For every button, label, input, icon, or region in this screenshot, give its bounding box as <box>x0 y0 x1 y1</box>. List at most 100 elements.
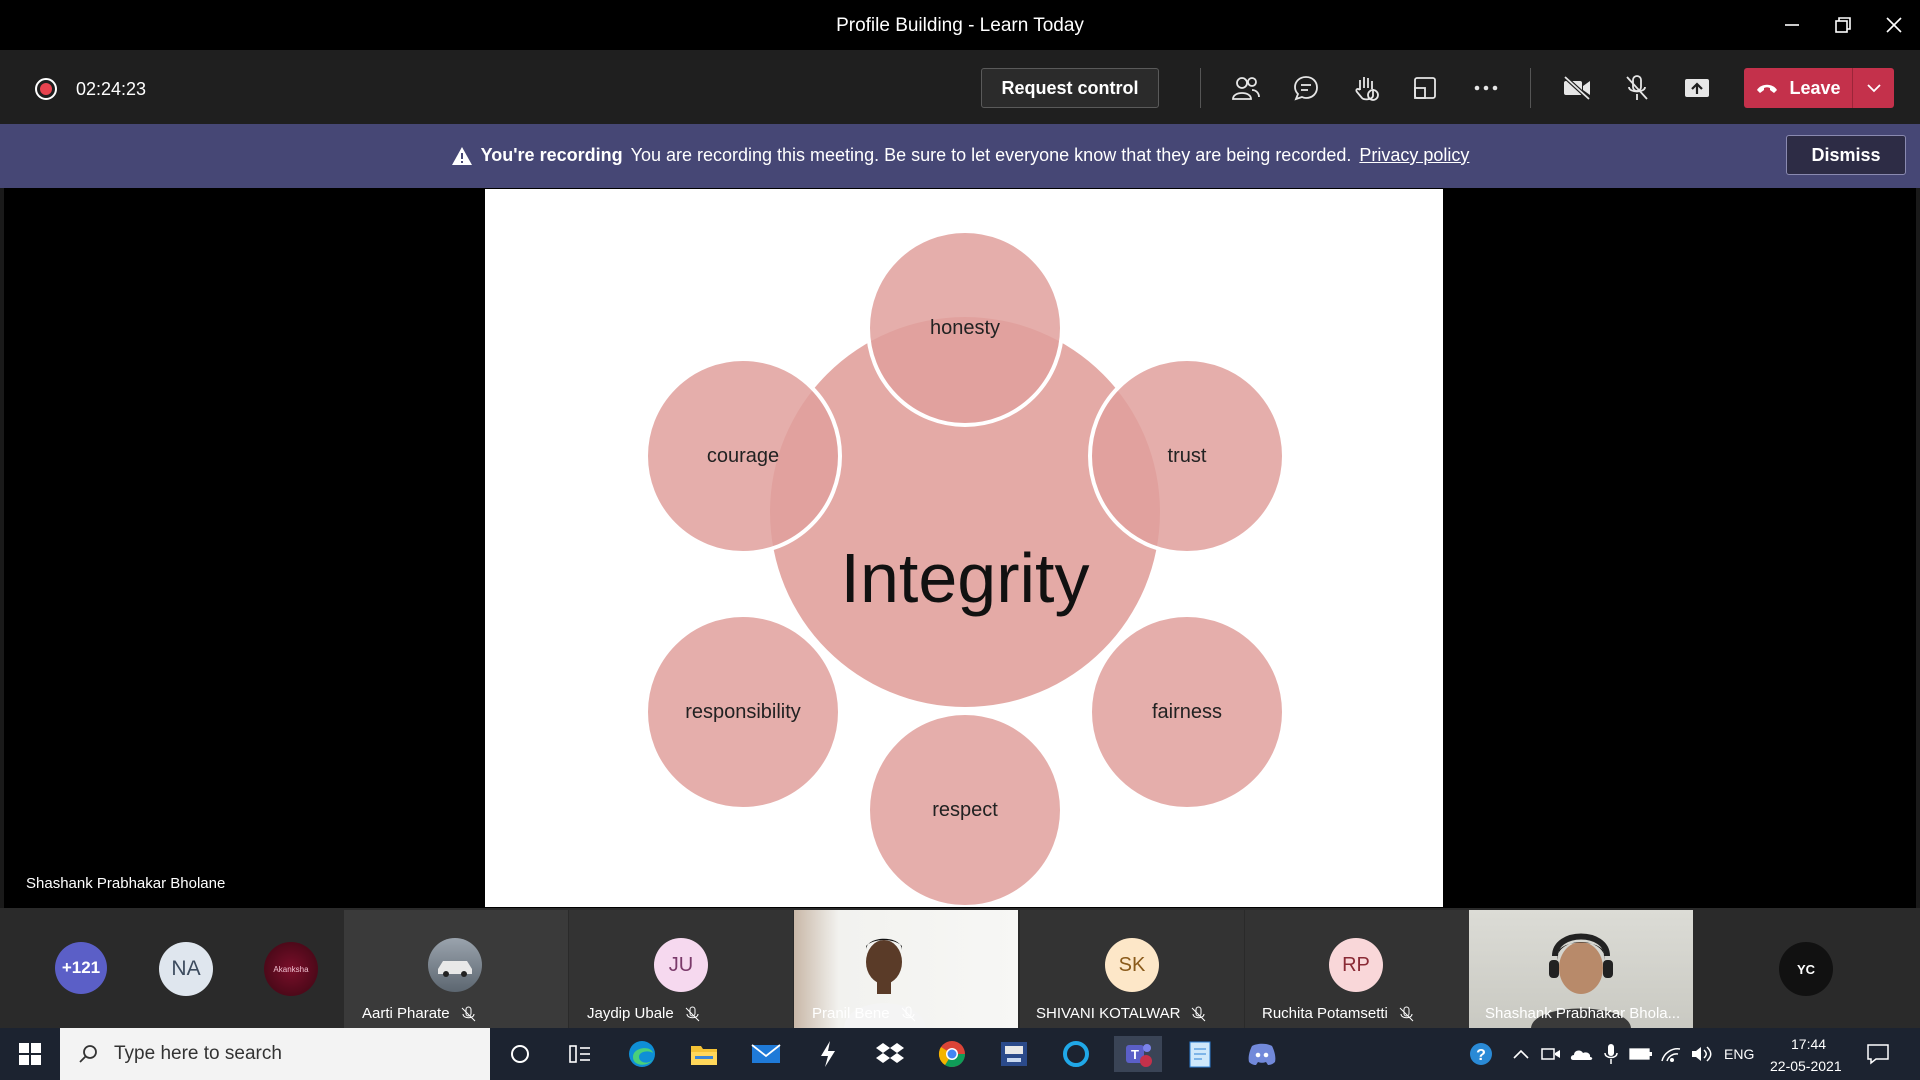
participant-video-tile[interactable]: Pranil Bene <box>794 910 1018 1028</box>
mic-off-icon <box>901 1006 915 1021</box>
participant-name: SHIVANI KOTALWAR <box>1036 1005 1206 1022</box>
recording-message: You're recording You are recording this … <box>0 145 1920 166</box>
chrome-icon[interactable] <box>928 1036 976 1072</box>
petal-label-responsibility: responsibility <box>685 701 801 723</box>
participant-tile[interactable]: RP Ruchita Potamsetti <box>1245 910 1469 1028</box>
mic-off-icon <box>461 1006 475 1021</box>
leave-label: Leave <box>1789 77 1841 98</box>
petal-label-respect: respect <box>932 799 998 821</box>
petal-label-fairness: fairness <box>1152 701 1222 723</box>
overflow-participants-button[interactable]: +121 <box>55 942 107 994</box>
teams-icon[interactable]: T <box>1114 1036 1162 1072</box>
avatar-yc[interactable]: YC <box>1779 942 1833 996</box>
avatar <box>428 938 482 992</box>
notepad-icon[interactable] <box>1176 1036 1224 1072</box>
clock-time[interactable]: 17:44 <box>1791 1036 1826 1052</box>
participant-name-text: Jaydip Ubale <box>587 1005 674 1022</box>
restore-button[interactable] <box>1823 8 1863 42</box>
mic-off-icon <box>1192 1006 1206 1021</box>
participant-name: Pranil Bene <box>812 1005 916 1022</box>
participants-icon[interactable] <box>1226 70 1266 106</box>
onedrive-icon[interactable] <box>1566 1036 1596 1072</box>
avatar-sk: SK <box>1105 938 1159 992</box>
language-indicator[interactable]: ENG <box>1724 1046 1754 1062</box>
participant-name-text: Pranil Bene <box>812 1005 890 1022</box>
petal-label-trust: trust <box>1168 445 1207 467</box>
recording-banner: You're recording You are recording this … <box>0 124 1920 188</box>
integrity-diagram: Integrity honesty trust fairness respect… <box>644 229 1286 907</box>
windows-start-icon[interactable] <box>6 1036 54 1072</box>
mic-off-icon[interactable] <box>1617 70 1657 106</box>
meeting-timer: 02:24:23 <box>76 79 147 99</box>
recording-text: You are recording this meeting. Be sure … <box>630 145 1352 165</box>
avatar-rp: RP <box>1329 938 1383 992</box>
privacy-policy-link[interactable]: Privacy policy <box>1359 145 1469 166</box>
car-image <box>438 961 472 977</box>
help-icon[interactable]: ? <box>1464 1036 1498 1072</box>
svg-text:?: ? <box>1476 1047 1486 1064</box>
cortana-ring-icon[interactable] <box>1052 1036 1100 1072</box>
leave-main[interactable]: Leave <box>1744 68 1852 108</box>
participant-tile[interactable]: JU Jaydip Ubale <box>569 910 793 1028</box>
participant-tile[interactable]: SK SHIVANI KOTALWAR <box>1020 910 1244 1028</box>
discord-icon[interactable] <box>1238 1036 1286 1072</box>
participant-name-text: Ruchita Potamsetti <box>1262 1005 1388 1022</box>
devcpp-icon[interactable] <box>990 1036 1038 1072</box>
notifications-icon[interactable] <box>1856 1036 1900 1072</box>
edge-browser-icon[interactable] <box>618 1036 666 1072</box>
close-button[interactable] <box>1874 8 1914 42</box>
participant-name: Aarti Pharate <box>362 1005 476 1022</box>
windows-taskbar: Type here to search T ? ENG 17:44 22-05-… <box>0 1028 1920 1080</box>
center-label: Integrity <box>841 539 1090 617</box>
participant-name-text: SHIVANI KOTALWAR <box>1036 1005 1181 1022</box>
dropbox-icon[interactable] <box>866 1036 914 1072</box>
participant-video-tile[interactable]: Shashank Prabhakar Bhola... <box>1469 910 1693 1028</box>
shared-content-stage: Integrity honesty trust fairness respect… <box>0 188 1920 908</box>
toolbar-divider <box>1200 68 1201 108</box>
participant-tile[interactable]: Aarti Pharate <box>344 910 568 1028</box>
leave-button[interactable]: Leave <box>1744 68 1894 108</box>
avatar-ju: JU <box>654 938 708 992</box>
mic-off-icon <box>1399 1006 1414 1021</box>
cortana-icon[interactable] <box>496 1036 544 1072</box>
microphone-icon[interactable] <box>1596 1036 1626 1072</box>
avatar-na[interactable]: NA <box>159 942 213 996</box>
clock-date[interactable]: 22-05-2021 <box>1770 1058 1842 1074</box>
minimize-button[interactable] <box>1772 8 1812 42</box>
wifi-icon[interactable] <box>1656 1036 1686 1072</box>
share-screen-icon[interactable] <box>1677 70 1717 106</box>
petal-label-courage: courage <box>707 445 779 467</box>
search-icon <box>79 1045 97 1063</box>
taskbar-search[interactable]: Type here to search <box>60 1028 490 1080</box>
meet-now-icon[interactable] <box>1536 1036 1566 1072</box>
title-bar: Profile Building - Learn Today <box>0 0 1920 50</box>
participant-name: Ruchita Potamsetti <box>1262 1005 1414 1022</box>
presentation-slide: Integrity honesty trust fairness respect… <box>485 189 1443 907</box>
window-title: Profile Building - Learn Today <box>836 15 1084 36</box>
request-control-button[interactable]: Request control <box>981 68 1159 108</box>
phone-hangup-icon <box>1757 84 1778 93</box>
chat-icon[interactable] <box>1286 70 1326 106</box>
recording-icon <box>35 78 57 100</box>
avatar-akanksha-label: Akanksha <box>273 964 309 974</box>
more-options-icon[interactable] <box>1466 70 1506 106</box>
file-explorer-icon[interactable] <box>680 1036 728 1072</box>
participant-name-text: Shashank Prabhakar Bhola... <box>1485 1005 1681 1022</box>
search-placeholder: Type here to search <box>114 1043 282 1064</box>
battery-icon[interactable] <box>1626 1036 1656 1072</box>
camera-off-icon[interactable] <box>1557 70 1597 106</box>
chevron-down-icon[interactable] <box>1853 68 1894 108</box>
task-view-icon[interactable] <box>556 1036 604 1072</box>
chevron-up-icon[interactable] <box>1506 1036 1536 1072</box>
app-icon-lightning[interactable] <box>804 1036 852 1072</box>
petal-label-honesty: honesty <box>930 317 1000 339</box>
mic-off-icon <box>685 1006 700 1021</box>
raise-hand-icon[interactable] <box>1346 70 1386 106</box>
participant-name: Jaydip Ubale <box>587 1005 700 1022</box>
dismiss-button[interactable]: Dismiss <box>1786 135 1906 175</box>
volume-icon[interactable] <box>1686 1036 1716 1072</box>
avatar-akanksha[interactable]: Akanksha <box>264 942 318 996</box>
rooms-icon[interactable] <box>1405 70 1445 106</box>
presenter-name: Shashank Prabhakar Bholane <box>26 875 226 892</box>
mail-icon[interactable] <box>742 1036 790 1072</box>
